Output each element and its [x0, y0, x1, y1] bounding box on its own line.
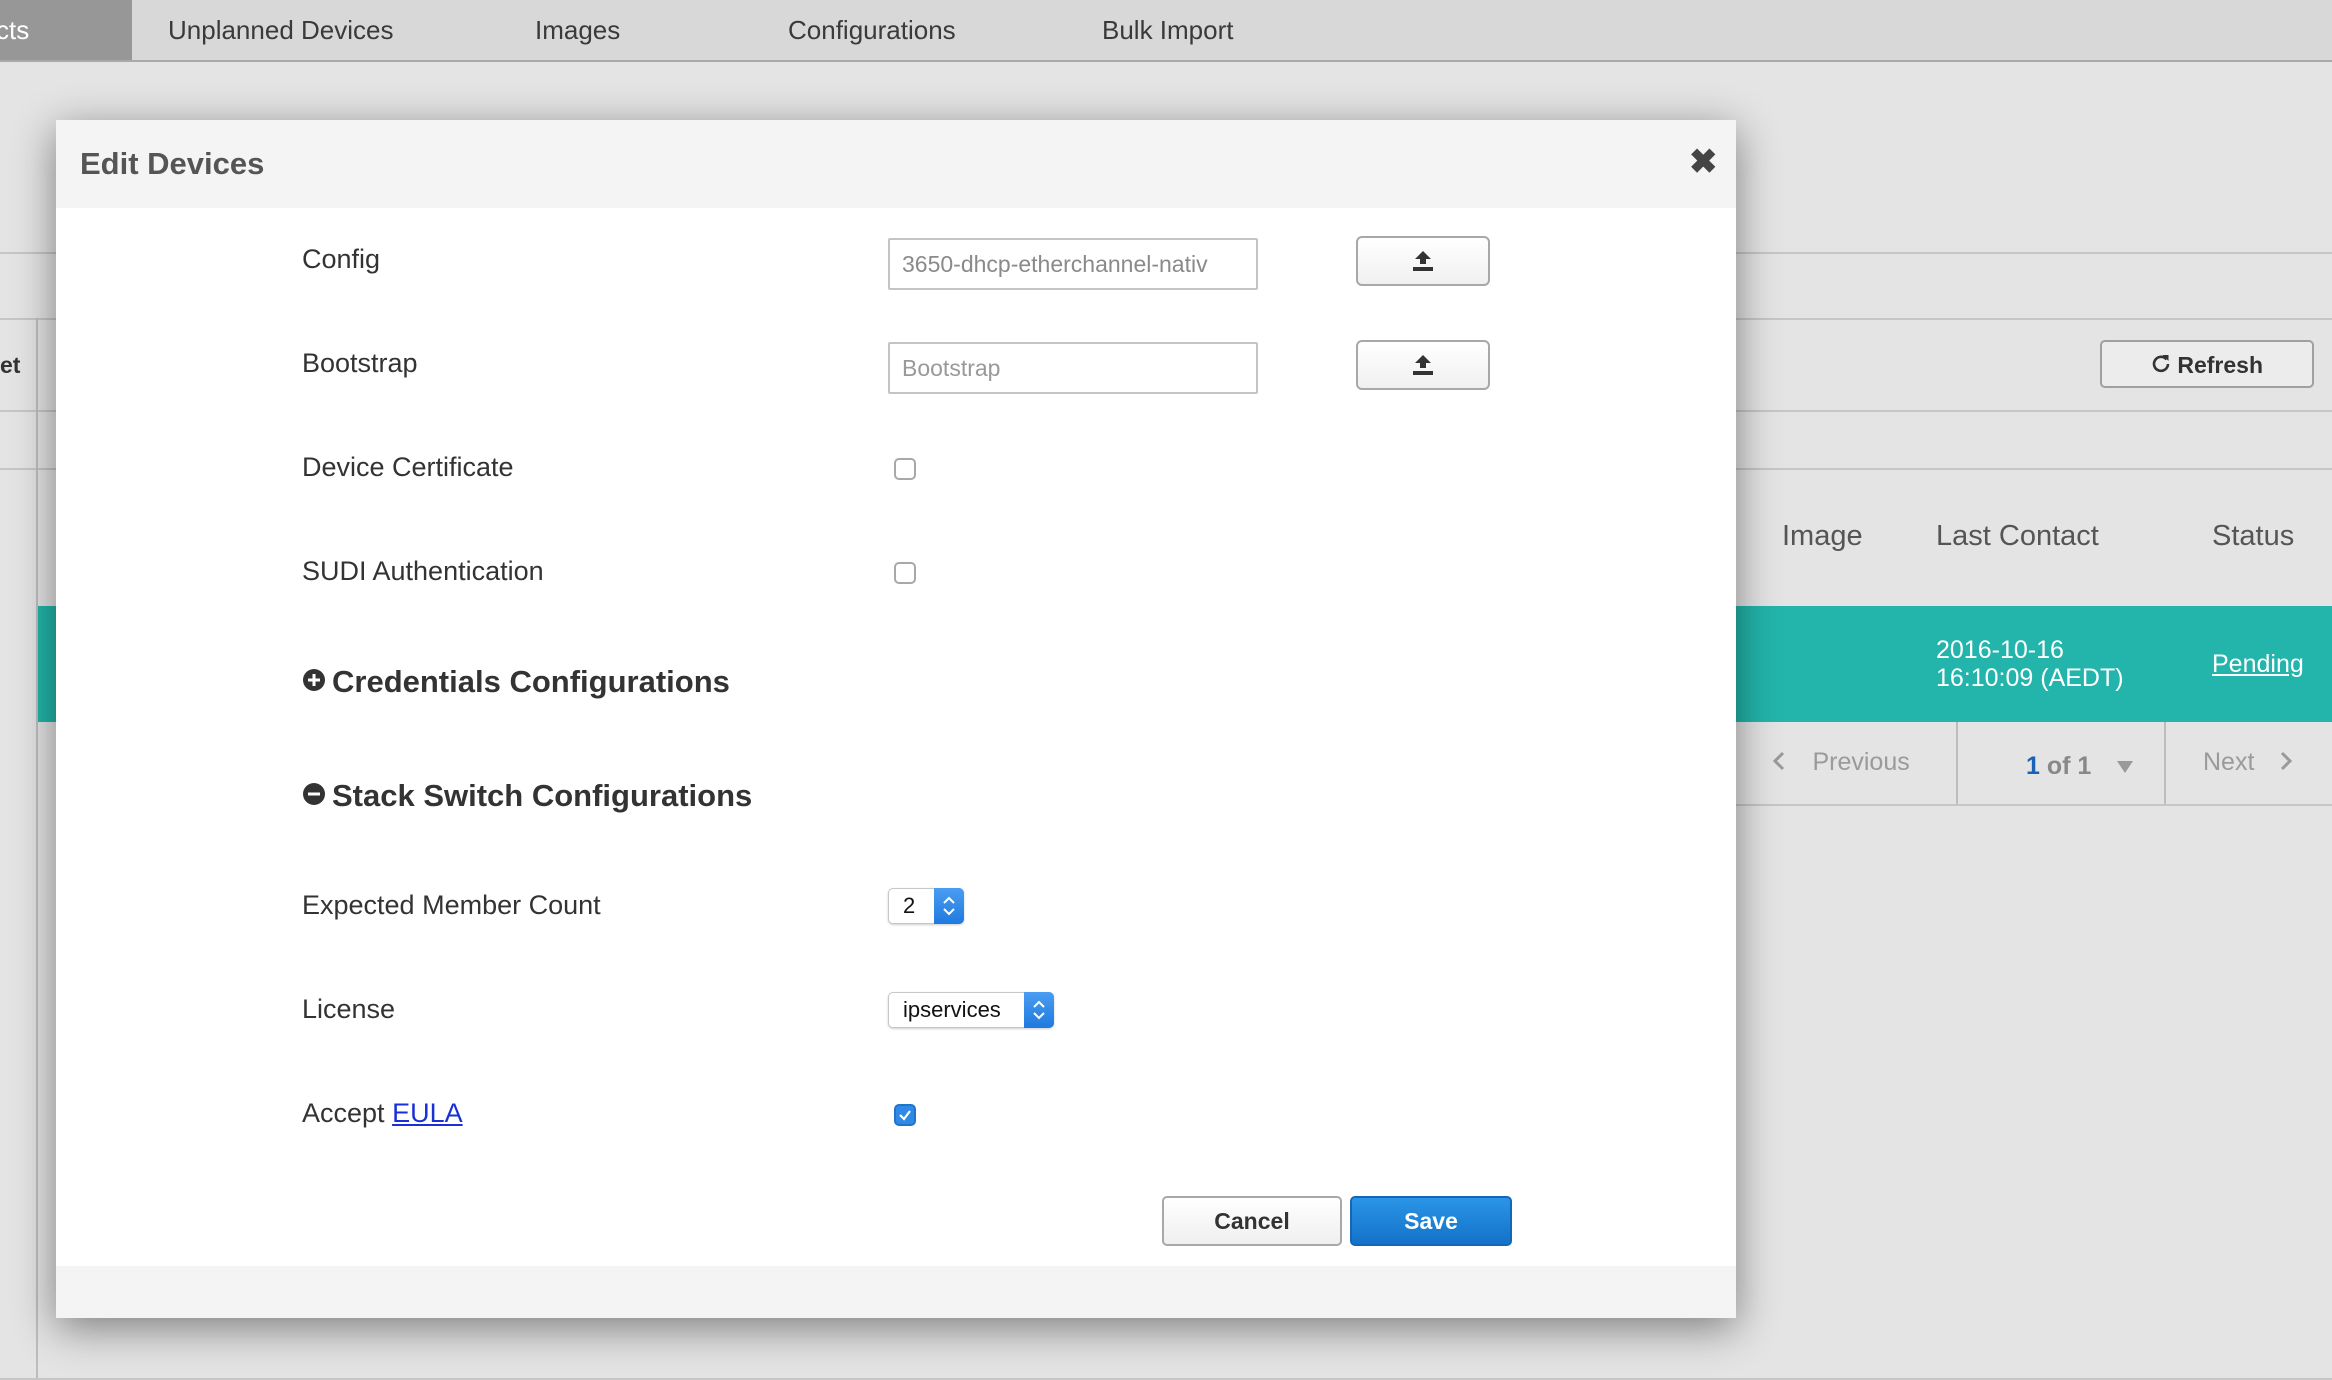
- column-header-status[interactable]: Status: [2212, 520, 2294, 553]
- previous-label: Previous: [1812, 748, 1910, 776]
- select-arrows-icon: [934, 888, 964, 924]
- tab-active-partial[interactable]: cts: [0, 0, 132, 60]
- bootstrap-label: Bootstrap: [302, 348, 418, 378]
- license-value: ipservices: [903, 997, 1001, 1022]
- divider: [1956, 722, 1958, 804]
- accept-text: Accept: [302, 1098, 385, 1128]
- top-navigation: cts Unplanned Devices Images Configurati…: [0, 0, 2332, 62]
- edit-devices-modal: Edit Devices ✖ Config 3650-dhcp-ethercha…: [56, 120, 1736, 1318]
- page-indicator[interactable]: 1 of 1: [2026, 752, 2134, 781]
- column-header-image[interactable]: Image: [1782, 520, 1863, 553]
- config-upload-button[interactable]: [1356, 236, 1490, 286]
- status-pending-link[interactable]: Pending: [2212, 650, 2304, 679]
- bootstrap-upload-button[interactable]: [1356, 340, 1490, 390]
- eula-link[interactable]: EULA: [392, 1098, 463, 1128]
- last-contact-date: 2016-10-16: [1936, 636, 2064, 664]
- next-button[interactable]: Next: [2203, 748, 2293, 777]
- accept-eula-checkbox[interactable]: [894, 1104, 916, 1126]
- refresh-icon: [2151, 342, 2171, 388]
- save-button[interactable]: Save: [1350, 1196, 1512, 1246]
- pagination: Previous 1 of 1 Next: [1736, 722, 2332, 806]
- close-icon[interactable]: ✖: [1689, 142, 1718, 182]
- license-label: License: [302, 994, 396, 1024]
- minus-circle-icon: [302, 778, 326, 814]
- column-header-last-contact[interactable]: Last Contact: [1936, 520, 2099, 553]
- credentials-section-toggle[interactable]: Credentials Configurations: [302, 664, 730, 700]
- divider: [36, 318, 38, 1380]
- chevron-left-icon: [1772, 751, 1786, 776]
- expected-member-count-label: Expected Member Count: [302, 890, 601, 920]
- member-count-value: 2: [903, 893, 916, 918]
- device-certificate-checkbox[interactable]: [894, 458, 916, 480]
- sudi-authentication-checkbox[interactable]: [894, 562, 916, 584]
- license-select[interactable]: ipservices: [888, 992, 1054, 1028]
- stack-switch-section-toggle[interactable]: Stack Switch Configurations: [302, 778, 752, 814]
- accept-eula-label: Accept EULA: [302, 1098, 463, 1129]
- page-of: of 1: [2046, 752, 2092, 780]
- tab-configurations[interactable]: Configurations: [788, 0, 956, 60]
- cancel-button[interactable]: Cancel: [1162, 1196, 1342, 1246]
- stack-switch-section-title: Stack Switch Configurations: [332, 778, 753, 813]
- divider: [2164, 722, 2166, 804]
- tab-bulk-import[interactable]: Bulk Import: [1102, 0, 1234, 60]
- upload-icon: [1413, 355, 1433, 375]
- next-label: Next: [2203, 748, 2255, 776]
- clipped-button-label[interactable]: et: [0, 352, 20, 379]
- bootstrap-field[interactable]: Bootstrap: [888, 342, 1258, 394]
- modal-footer: [56, 1266, 1736, 1318]
- refresh-label: Refresh: [2177, 352, 2264, 378]
- config-field[interactable]: 3650-dhcp-etherchannel-nativ: [888, 238, 1258, 290]
- device-certificate-label: Device Certificate: [302, 452, 514, 482]
- select-arrows-icon: [1024, 992, 1054, 1028]
- chevron-right-icon: [2279, 751, 2293, 776]
- modal-header: Edit Devices ✖: [56, 120, 1736, 208]
- caret-down-icon: [2116, 752, 2134, 781]
- tab-unplanned-devices[interactable]: Unplanned Devices: [168, 0, 393, 60]
- last-contact-time: 16:10:09 (AEDT): [1936, 664, 2124, 692]
- modal-title: Edit Devices: [80, 146, 265, 181]
- plus-circle-icon: [302, 664, 326, 700]
- config-label: Config: [302, 244, 381, 274]
- page-current: 1: [2026, 752, 2040, 780]
- refresh-button[interactable]: Refresh: [2100, 340, 2314, 388]
- sudi-authentication-label: SUDI Authentication: [302, 556, 544, 586]
- upload-icon: [1413, 251, 1433, 271]
- checkmark-icon: [899, 1110, 911, 1121]
- previous-button[interactable]: Previous: [1772, 748, 1910, 777]
- expected-member-count-select[interactable]: 2: [888, 888, 964, 924]
- credentials-section-title: Credentials Configurations: [332, 664, 730, 699]
- tab-images[interactable]: Images: [535, 0, 620, 60]
